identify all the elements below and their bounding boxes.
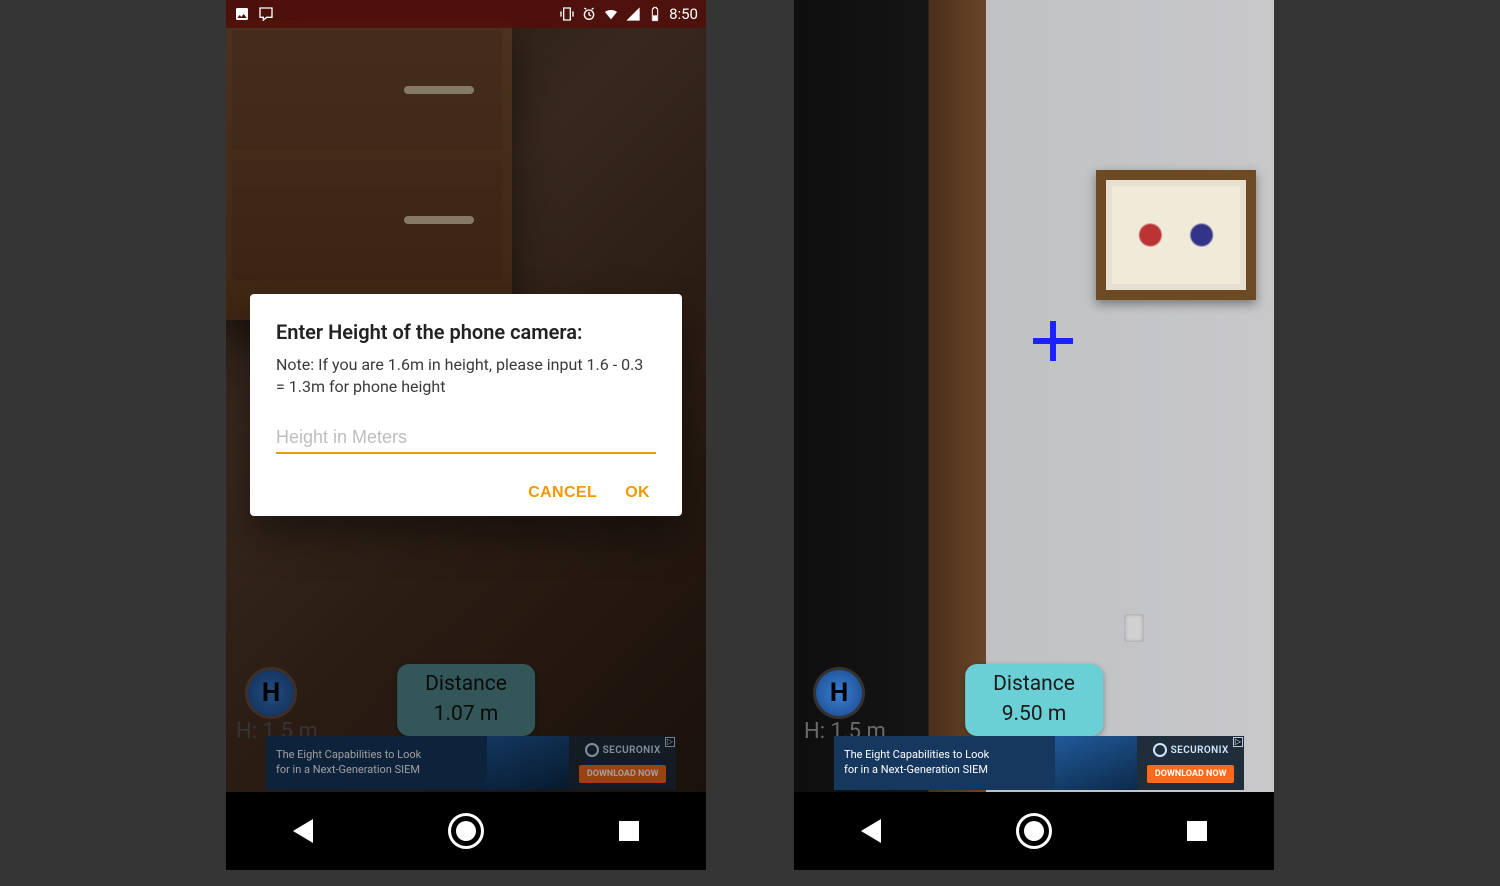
home-button[interactable]	[1016, 813, 1052, 849]
dialog-note: Note: If you are 1.6m in height, please …	[276, 354, 656, 399]
cast-icon	[258, 6, 274, 22]
clock-text: 8:50	[669, 5, 698, 23]
wifi-icon	[603, 6, 619, 22]
android-nav-bar	[794, 792, 1274, 870]
ad-cta-button[interactable]: DOWNLOAD NOW	[1147, 765, 1235, 783]
dialog-title: Enter Height of the phone camera:	[276, 320, 656, 344]
ad-info-icon[interactable]: ▷	[1233, 737, 1243, 747]
image-icon	[234, 6, 250, 22]
phone-screenshot-left: 8:50 H H: 1.5 m Distance 1.07 m The Eigh…	[226, 0, 706, 870]
height-input-dialog: Enter Height of the phone camera: Note: …	[250, 294, 682, 516]
back-button[interactable]	[293, 819, 313, 843]
signal-icon	[625, 6, 641, 22]
ok-button[interactable]: OK	[625, 484, 650, 502]
distance-card: Distance 9.50 m	[965, 664, 1103, 736]
cancel-button[interactable]: CANCEL	[528, 484, 597, 502]
back-button[interactable]	[861, 819, 881, 843]
crosshair-icon	[1033, 321, 1073, 361]
ad-image	[1055, 736, 1137, 790]
recents-button[interactable]	[1187, 821, 1207, 841]
height-input[interactable]	[276, 427, 656, 454]
scene-picture-frame	[1096, 170, 1256, 300]
android-nav-bar	[226, 792, 706, 870]
home-button[interactable]	[448, 813, 484, 849]
ad-brand: SECURONIX	[1153, 743, 1229, 757]
ad-line-1: The Eight Capabilities to Look	[844, 748, 1045, 763]
phone-screenshot-right: H H: 1.5 m Distance 9.50 m The Eight Cap…	[794, 0, 1274, 870]
vibrate-icon	[559, 6, 575, 22]
distance-label: Distance	[993, 672, 1075, 696]
height-badge[interactable]: H	[816, 670, 862, 716]
status-bar: 8:50	[226, 0, 706, 28]
ad-line-2: for in a Next-Generation SIEM	[844, 763, 1045, 778]
ad-banner[interactable]: The Eight Capabilities to Look for in a …	[834, 736, 1244, 790]
recents-button[interactable]	[619, 821, 639, 841]
alarm-icon	[581, 6, 597, 22]
distance-value: 9.50 m	[993, 702, 1075, 726]
height-badge-letter: H	[830, 678, 848, 708]
battery-icon	[647, 6, 663, 22]
